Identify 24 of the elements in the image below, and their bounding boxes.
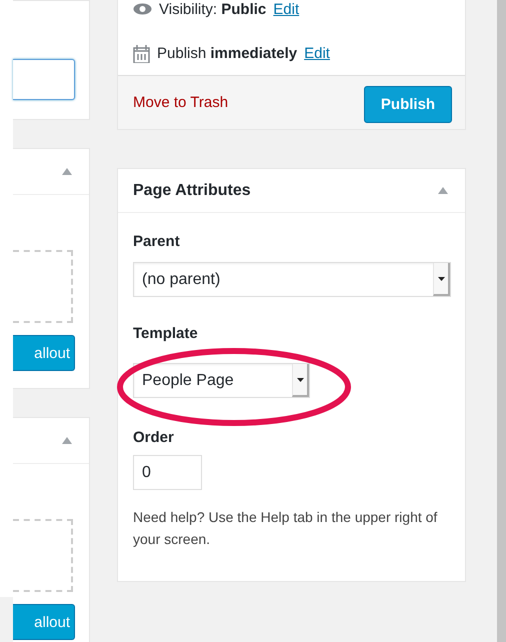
collapse-icon[interactable]	[438, 187, 448, 194]
field-label: Template	[133, 324, 199, 343]
eye-icon	[133, 3, 152, 15]
box-title: Page Attributes	[133, 182, 251, 200]
callout-button[interactable]: allout	[13, 604, 75, 640]
field-label: Order	[133, 428, 175, 447]
field-label: Parent	[133, 232, 181, 251]
collapse-icon[interactable]	[62, 437, 72, 444]
template-select[interactable]: People Page	[133, 363, 310, 398]
publish-button[interactable]: Publish	[364, 86, 452, 122]
edit-link[interactable]: Edit	[304, 45, 330, 62]
dropdown-arrow-icon	[438, 276, 444, 280]
help-text: Need help? Use the Help tab in the upper right of your screen.	[133, 508, 438, 549]
parent-select[interactable]: (no parent)	[133, 262, 451, 297]
text-field[interactable]	[13, 59, 75, 100]
publish-schedule: Publish immediately	[157, 45, 298, 62]
collapse-icon[interactable]	[62, 168, 72, 175]
calendar-icon	[133, 44, 150, 62]
dropdown-arrow-icon	[296, 378, 304, 382]
order-field[interactable]: 0	[133, 455, 202, 490]
move-to-trash-link[interactable]: Move to Trash	[133, 94, 228, 111]
visibility-status: Visibility: Public	[159, 0, 266, 18]
edit-link[interactable]: Edit	[273, 0, 300, 18]
callout-button[interactable]: allout	[13, 335, 75, 371]
